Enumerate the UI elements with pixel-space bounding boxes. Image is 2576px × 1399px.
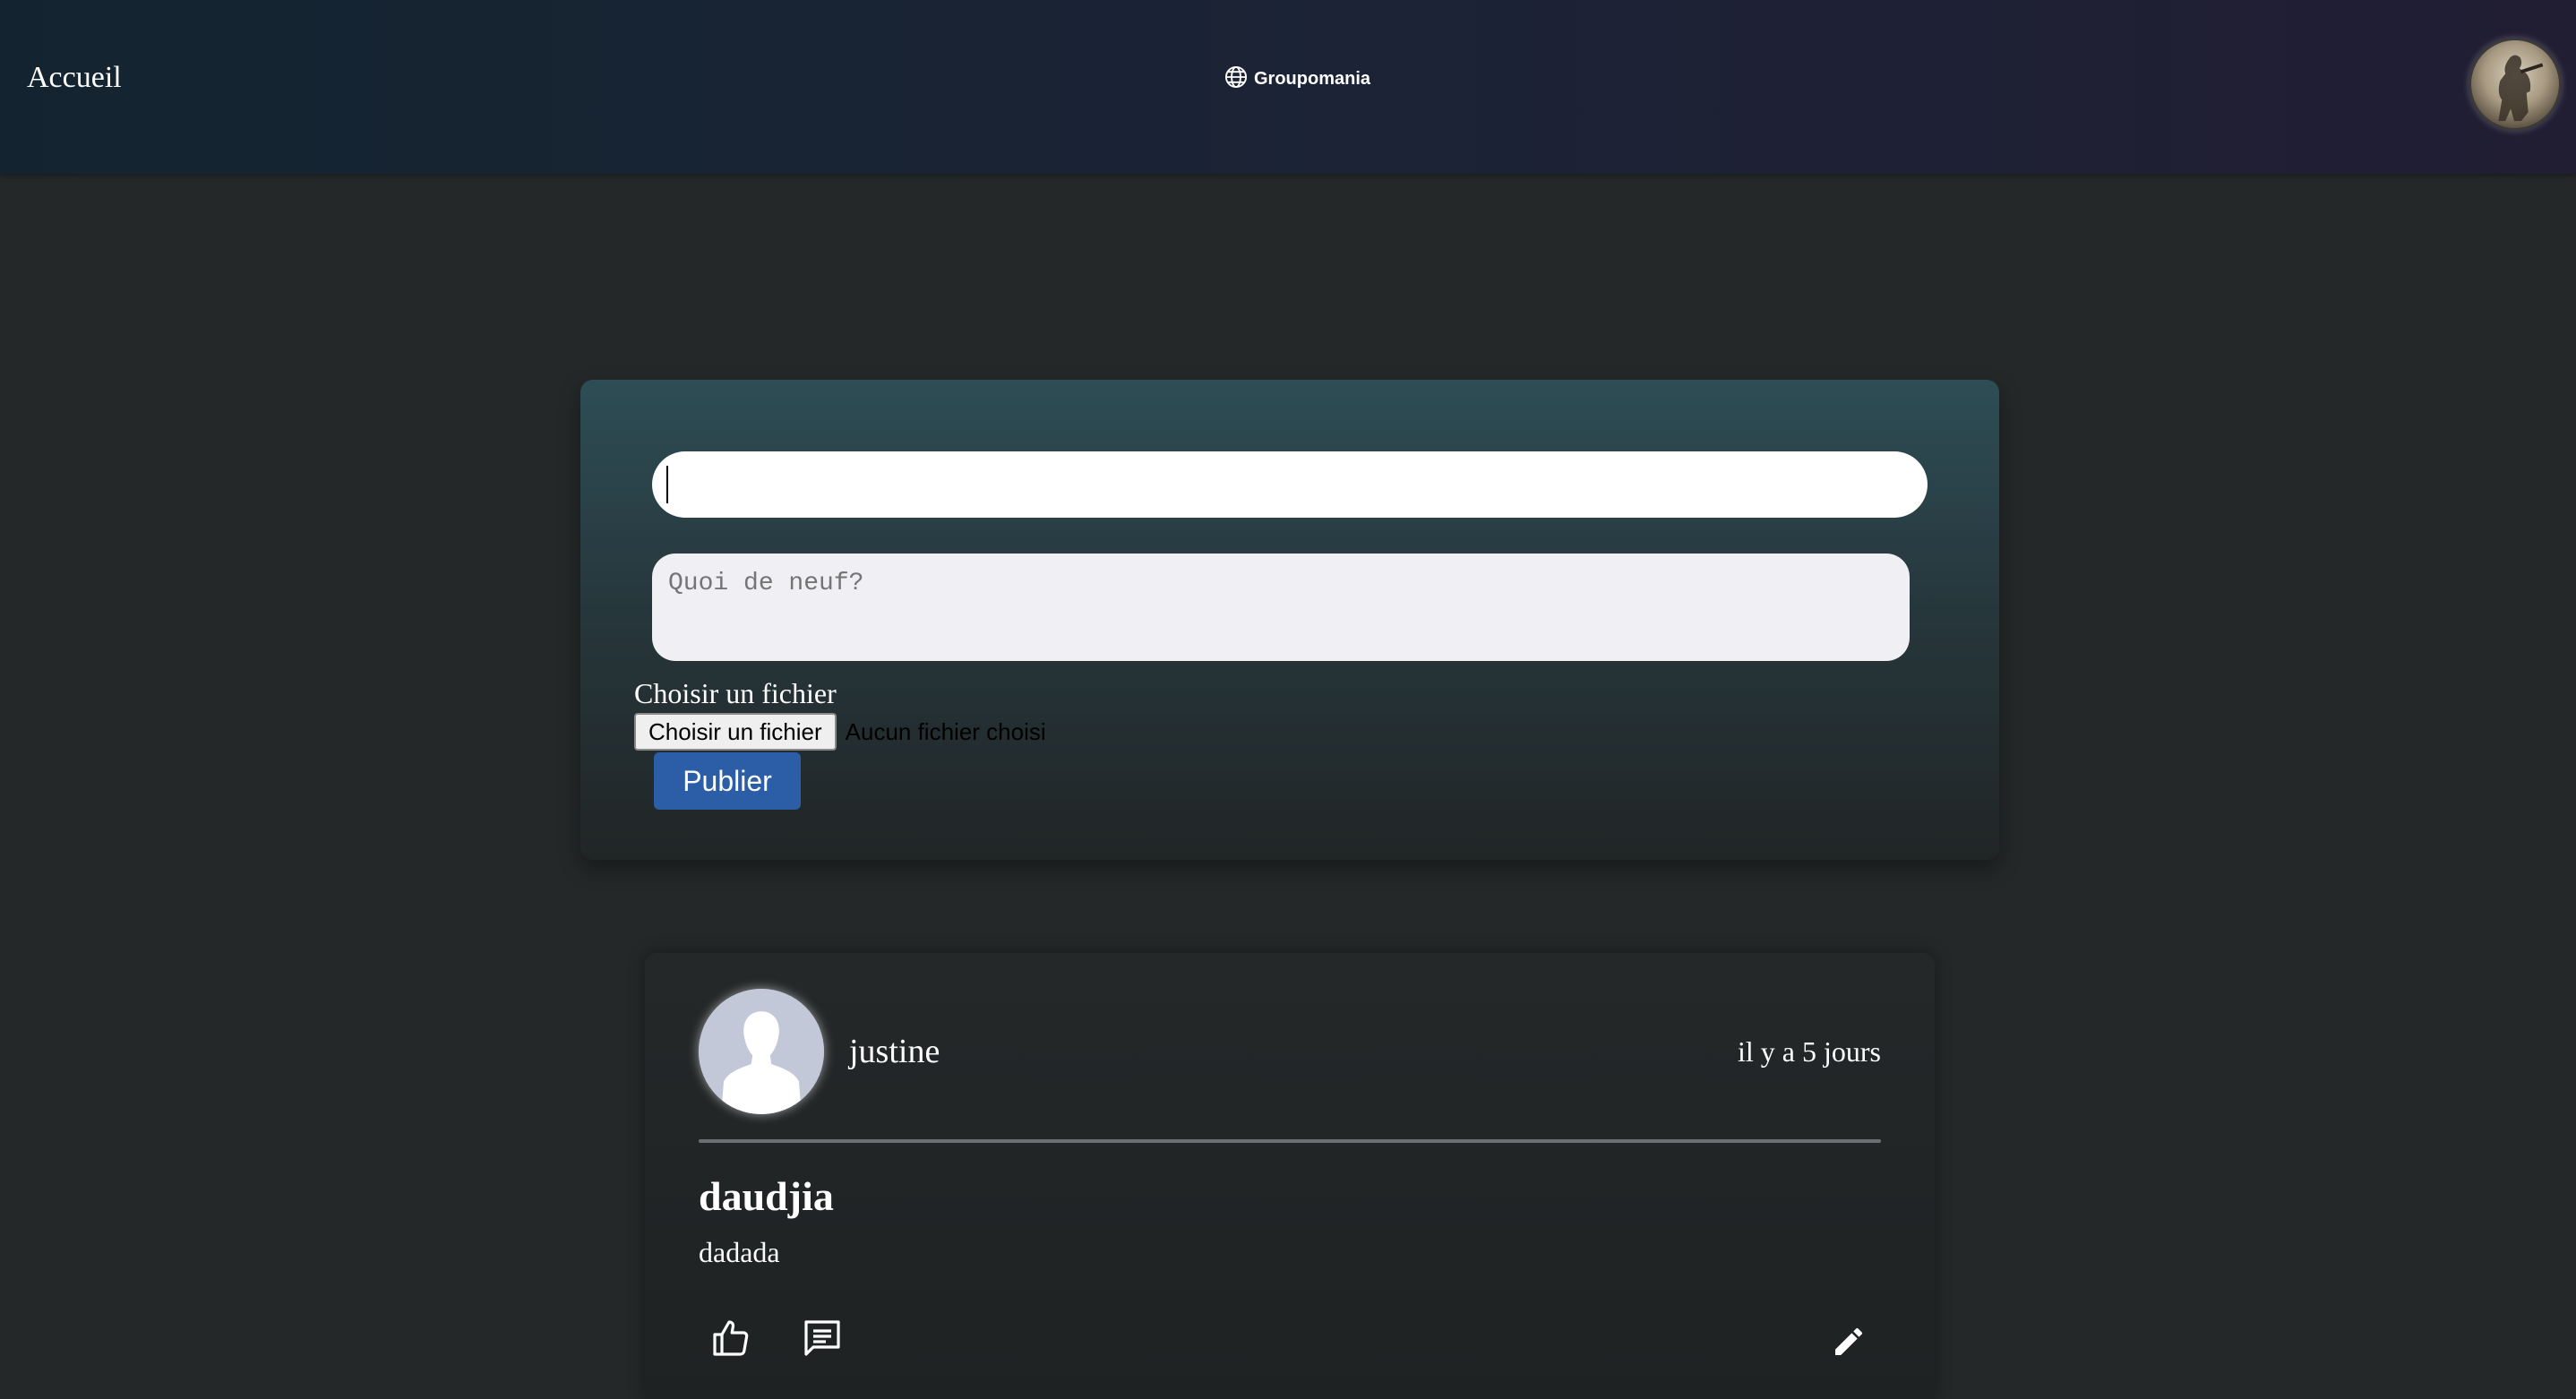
file-status: Aucun fichier choisi: [845, 717, 1046, 745]
post-timestamp: il y a 5 jours: [1738, 1035, 1881, 1068]
home-link[interactable]: Accueil: [27, 59, 122, 97]
post-content-textarea[interactable]: [652, 554, 1910, 661]
choose-file-button[interactable]: Choisir un fichier: [634, 713, 837, 751]
post-author-avatar[interactable]: [699, 989, 824, 1114]
post-body: dadada: [699, 1236, 780, 1268]
text-caret: [666, 466, 668, 503]
post-title-input[interactable]: [652, 451, 1928, 518]
post-card: justine il y a 5 jours daudjia dadada: [645, 953, 1935, 1399]
thumb-up-icon: [709, 1317, 752, 1364]
pencil-icon: [1831, 1324, 1867, 1364]
compose-form: Choisir un fichier Choisir un fichier Au…: [580, 380, 1999, 860]
profile-avatar[interactable]: [2469, 38, 2562, 131]
post-author-name[interactable]: justine: [849, 1032, 940, 1071]
comment-button[interactable]: [797, 1315, 847, 1365]
comment-icon: [801, 1317, 844, 1364]
post-title: daudjia: [699, 1173, 834, 1219]
globe-icon: [1224, 64, 1249, 94]
file-label: Choisir un fichier: [634, 677, 837, 709]
brand[interactable]: Groupomania: [1224, 64, 1370, 94]
edit-post-button[interactable]: [1824, 1318, 1874, 1369]
like-button[interactable]: [706, 1315, 756, 1365]
post-divider: [699, 1139, 1881, 1143]
brand-name: Groupomania: [1254, 69, 1371, 89]
file-input[interactable]: Choisir un fichier Aucun fichier choisi: [634, 713, 1046, 751]
publish-button[interactable]: Publier: [654, 752, 801, 810]
top-navbar: Accueil Groupomania: [0, 0, 2576, 174]
